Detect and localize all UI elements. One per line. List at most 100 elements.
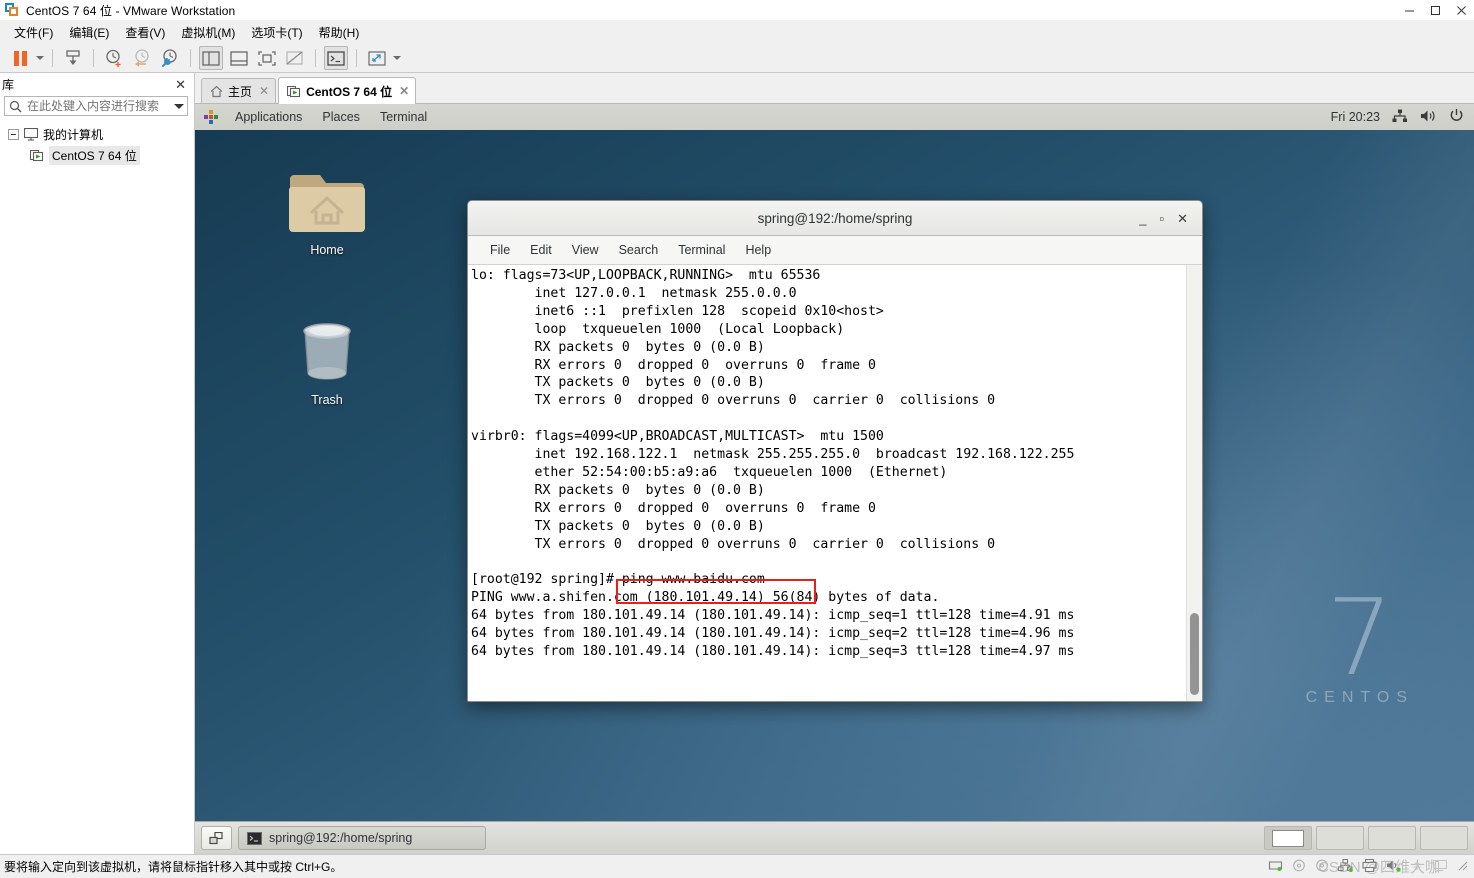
snapshot-take-icon[interactable] [102,46,126,70]
resize-grip-icon[interactable] [1456,859,1468,874]
workspace-switcher [1264,826,1468,850]
workspace-1[interactable] [1264,826,1312,850]
scrollbar-thumb[interactable] [1190,613,1199,695]
tree-item-centos-vm[interactable]: CentOS 7 64 位 [0,145,194,166]
desktop-icon-home[interactable]: Home [275,165,379,257]
terminal-maximize-button[interactable]: ▫ [1159,212,1164,225]
menu-item-vm[interactable]: 虚拟机(M) [173,22,243,43]
tree-item-my-computer[interactable]: 我的计算机 [0,124,194,145]
tree-expander-icon[interactable] [8,129,19,140]
menu-item-edit[interactable]: 编辑(E) [61,22,117,43]
library-search-box[interactable] [4,96,188,116]
full-screen-icon[interactable] [255,46,279,70]
terminal-scrollbar[interactable] [1186,265,1202,701]
terminal-menu-file[interactable]: File [480,243,520,257]
send-ctrl-alt-del-icon[interactable] [61,46,85,70]
main-body: 库 ✕ 在此处键入内容进行搜索 我的计算机 CentOS 7 64 位 主页 ✕… [0,73,1474,854]
volume-icon[interactable] [1420,109,1437,126]
home-folder-icon [289,175,365,232]
toolbar-separator [356,49,357,67]
gnome-taskbar: spring@192:/home/spring [195,821,1474,854]
home-icon [210,85,223,98]
application-titlebar: CentOS 7 64 位 - VMware Workstation [0,0,1474,20]
terminal-menu-terminal[interactable]: Terminal [668,243,735,257]
sound-card-icon[interactable] [1386,859,1401,875]
console-view-icon[interactable] [324,46,348,70]
desktop[interactable]: Home Trash 7 CENTOS spring@192:/home/spr… [195,130,1474,822]
stretch-view-icon[interactable] [365,46,389,70]
hard-disk-icon[interactable] [1268,859,1283,875]
tab-close-icon[interactable]: ✕ [399,85,409,97]
close-button[interactable] [1448,0,1474,20]
terminal-window-controls: _ ▫ ✕ [1139,201,1196,235]
power-icon[interactable] [1449,108,1464,126]
snapshot-revert-icon[interactable] [130,46,154,70]
search-input[interactable] [25,98,171,114]
terminal-body[interactable]: lo: flags=73<UP,LOOPBACK,RUNNING> mtu 65… [468,265,1202,701]
menu-item-help[interactable]: 帮助(H) [311,22,368,43]
terminal-output: lo: flags=73<UP,LOOPBACK,RUNNING> mtu 65… [471,268,1075,660]
show-desktop-icon [209,831,223,844]
stretch-dropdown-caret-icon[interactable] [391,46,403,70]
vmware-logo-icon [5,3,19,17]
library-tree: 我的计算机 CentOS 7 64 位 [0,120,194,166]
gnome-applications-icon [203,109,219,125]
printer-icon[interactable] [1362,858,1377,875]
display-icon[interactable] [1432,859,1448,875]
vm-running-icon [287,85,301,98]
terminal-window[interactable]: spring@192:/home/spring _ ▫ ✕ File Edit … [467,200,1203,702]
terminal-minimize-button[interactable]: _ [1139,212,1146,225]
menu-item-view[interactable]: 查看(V) [117,22,173,43]
clock[interactable]: Fri 20:23 [1331,110,1380,124]
gnome-menu-applications[interactable]: Applications [225,110,312,124]
guest-screen[interactable]: Applications Places Terminal Fri 20:23 H… [195,104,1474,854]
unity-mode-icon[interactable] [283,46,307,70]
terminal-menu-view[interactable]: View [562,243,609,257]
menu-item-tabs[interactable]: 选项卡(T) [243,22,310,43]
workspace-3[interactable] [1368,826,1416,850]
minimize-button[interactable] [1396,0,1422,20]
snapshot-manager-icon[interactable] [158,46,182,70]
show-thumbnail-bar-icon[interactable] [227,46,251,70]
terminal-menu-search[interactable]: Search [609,243,669,257]
centos-version-number: 7 [1326,576,1394,699]
gnome-menu-places[interactable]: Places [312,110,370,124]
pause-vm-icon[interactable] [8,46,32,70]
window-title: CentOS 7 64 位 - VMware Workstation [26,3,236,18]
desktop-icon-trash[interactable]: Trash [275,315,379,407]
desktop-icon-label: Home [310,243,344,257]
pause-dropdown-caret-icon[interactable] [34,46,46,70]
cd-drive-icon[interactable] [1292,859,1306,875]
terminal-menubar: File Edit View Search Terminal Help [468,236,1202,265]
tab-close-icon[interactable]: ✕ [259,85,269,97]
tab-home[interactable]: 主页 ✕ [201,78,277,103]
toolbar-separator [52,49,53,67]
taskbar-window-terminal[interactable]: spring@192:/home/spring [238,826,486,850]
library-header: 库 ✕ [0,73,194,95]
library-close-icon[interactable]: ✕ [171,78,190,91]
menu-item-file[interactable]: 文件(F) [6,22,61,43]
network-icon[interactable] [1392,109,1408,126]
cd-drive-2-icon[interactable] [1315,859,1329,875]
centos-watermark: 7 CENTOS [1306,576,1414,707]
library-sidebar: 库 ✕ 在此处键入内容进行搜索 我的计算机 CentOS 7 64 位 [0,73,195,854]
usb-icon[interactable] [1410,859,1424,875]
toolbar [0,44,1474,73]
maximize-button[interactable] [1422,0,1448,20]
workspace-4[interactable] [1420,826,1468,850]
search-dropdown-caret-icon[interactable] [171,104,187,109]
toolbar-separator [315,49,316,67]
terminal-icon [247,831,262,845]
computer-icon [24,128,38,141]
gnome-menu-terminal[interactable]: Terminal [370,110,437,124]
terminal-menu-edit[interactable]: Edit [520,243,562,257]
vm-running-icon [30,149,44,162]
terminal-menu-help[interactable]: Help [735,243,781,257]
show-desktop-button[interactable] [201,826,232,850]
toolbar-separator [93,49,94,67]
show-library-icon[interactable] [199,46,223,70]
terminal-close-button[interactable]: ✕ [1177,212,1188,225]
workspace-2[interactable] [1316,826,1364,850]
network-adapter-icon[interactable] [1338,858,1353,875]
tab-centos-vm[interactable]: CentOS 7 64 位 ✕ [278,77,417,104]
